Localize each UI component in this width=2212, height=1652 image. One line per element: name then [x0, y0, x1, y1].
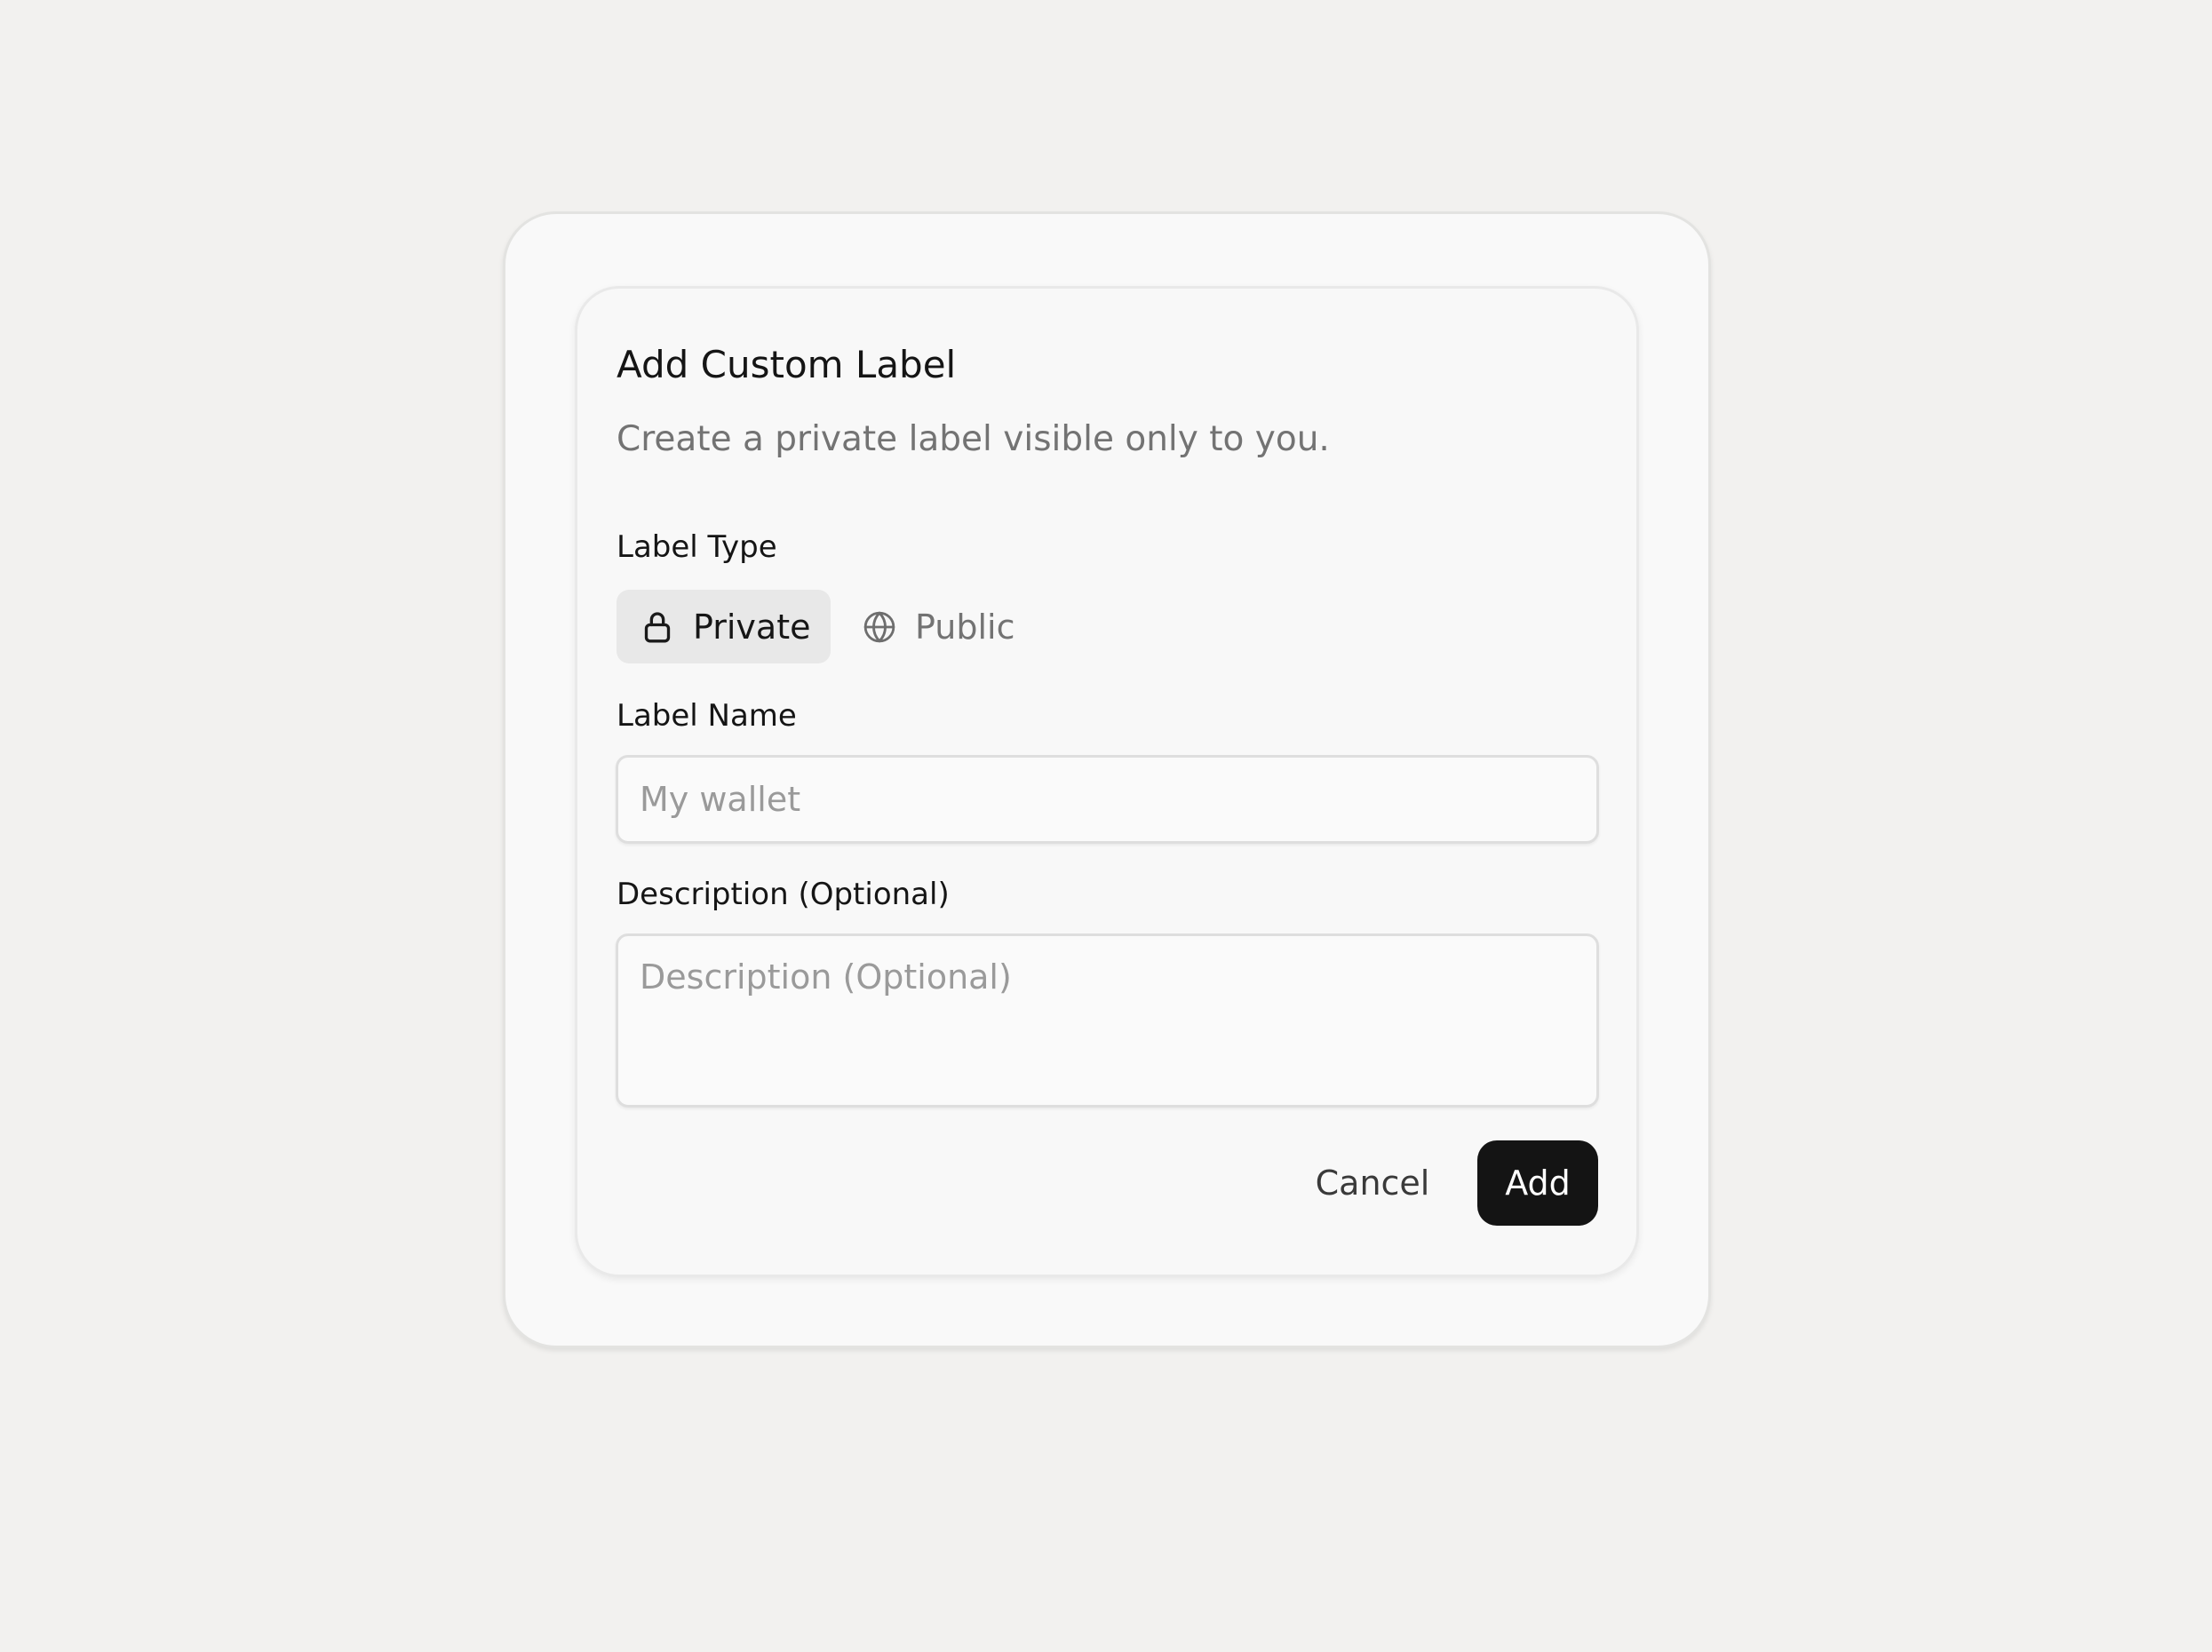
public-option-label: Public: [915, 607, 1015, 647]
label-type-private-option[interactable]: Private: [617, 590, 831, 663]
private-option-label: Private: [693, 607, 811, 647]
add-button[interactable]: Add: [1477, 1140, 1598, 1226]
cancel-button[interactable]: Cancel: [1297, 1140, 1448, 1226]
description-heading: Description (Optional): [617, 877, 950, 912]
label-type-public-option[interactable]: Public: [847, 590, 1043, 663]
globe-icon: [862, 609, 897, 645]
label-name-input[interactable]: [616, 755, 1599, 844]
label-type-heading: Label Type: [617, 529, 777, 565]
dialog-subtitle: Create a private label visible only to y…: [617, 419, 1330, 459]
lock-icon: [640, 609, 675, 645]
label-name-heading: Label Name: [617, 698, 797, 734]
dialog-title: Add Custom Label: [617, 343, 957, 386]
description-textarea[interactable]: [616, 933, 1599, 1108]
